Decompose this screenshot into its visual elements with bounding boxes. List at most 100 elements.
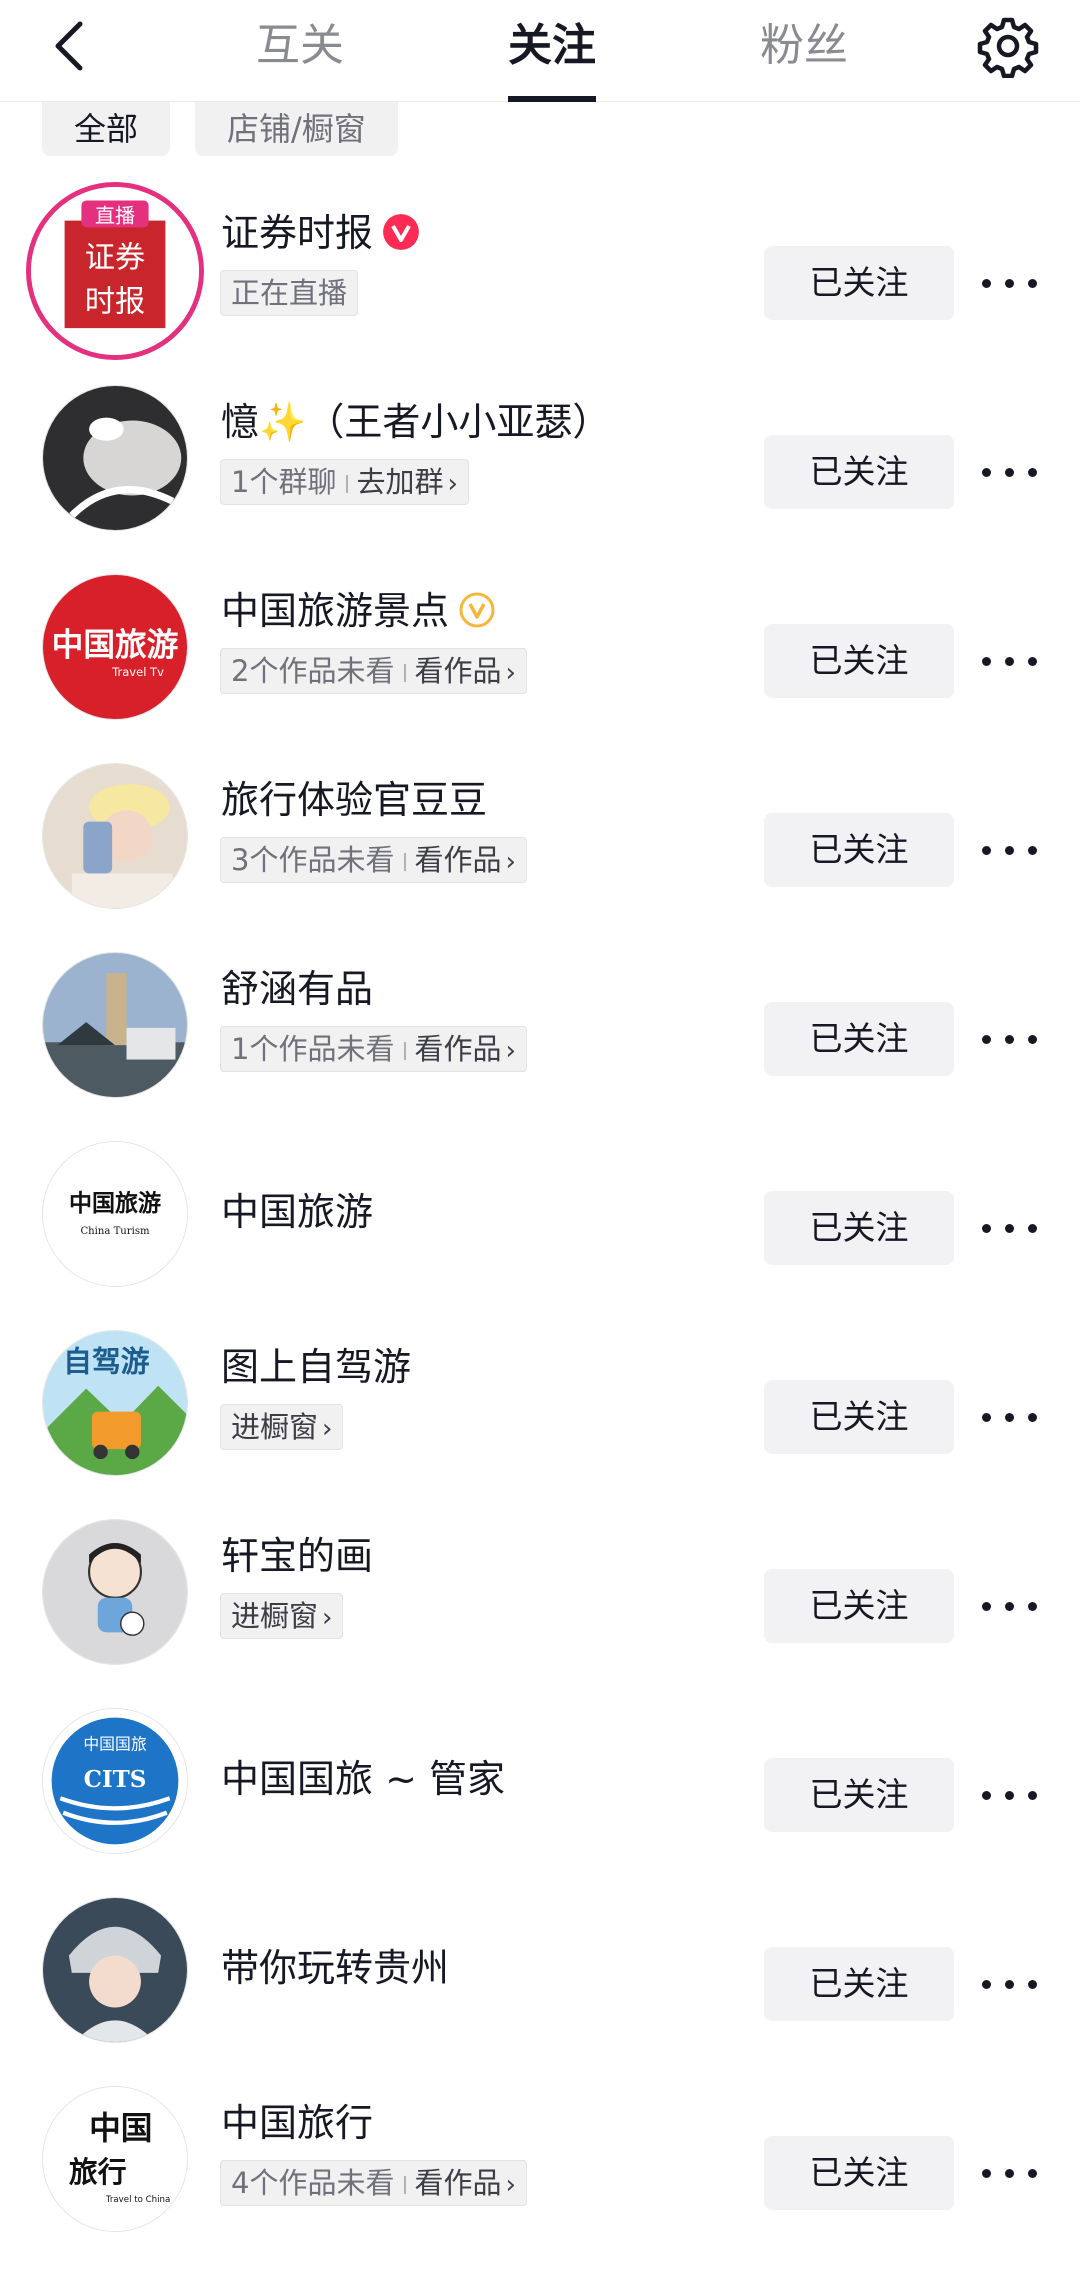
account-name-text: 中国旅游 — [221, 1190, 374, 1234]
more-options-icon[interactable] — [982, 1975, 1038, 1993]
more-options-icon[interactable] — [982, 652, 1038, 670]
status-chip[interactable]: 1个群聊 去加群 › — [220, 459, 469, 505]
account-name[interactable]: 憶✨（王者小小亚瑟） — [221, 395, 610, 449]
chevron-right-icon: › — [447, 469, 458, 499]
avatar[interactable]: 中国旅游 China Turism — [42, 1141, 188, 1287]
chevron-right-icon: › — [322, 1414, 333, 1444]
avatar[interactable]: 自驾游 — [42, 1330, 188, 1476]
account-name[interactable]: 舒涵有品 — [221, 962, 373, 1016]
more-options-icon[interactable] — [982, 463, 1038, 481]
account-name-text: 图上自驾游 — [221, 1345, 412, 1389]
following-button[interactable]: 已关注 — [764, 1947, 954, 2021]
following-button[interactable]: 已关注 — [764, 1380, 954, 1454]
account-name[interactable]: 旅行体验官豆豆 — [221, 773, 487, 827]
following-button[interactable]: 已关注 — [764, 435, 954, 509]
verified-badge-icon — [383, 213, 420, 250]
account-name-text: 轩宝的画 — [221, 1534, 374, 1578]
status-chip[interactable]: 3个作品未看 看作品 › — [220, 837, 527, 883]
chevron-right-icon: › — [505, 658, 516, 688]
status-text: 4个作品未看 — [231, 2166, 395, 2200]
chevron-right-icon: › — [505, 2170, 516, 2200]
account-name-text: 证券时报 — [221, 211, 374, 255]
divider — [404, 2176, 407, 2194]
following-button[interactable]: 已关注 — [764, 246, 954, 320]
action-link[interactable]: 去加群 — [356, 465, 443, 499]
avatar[interactable]: 直播 证券 时报 — [26, 182, 204, 360]
account-name[interactable]: 中国旅游 — [221, 1185, 373, 1239]
following-button[interactable]: 已关注 — [764, 813, 954, 887]
more-options-icon[interactable] — [982, 1408, 1038, 1426]
account-name-text: 旅行体验官豆豆 — [221, 778, 488, 822]
status-chip[interactable]: 正在直播 — [220, 270, 359, 316]
account-name[interactable]: 轩宝的画 — [221, 1529, 373, 1583]
following-button[interactable]: 已关注 — [764, 624, 954, 698]
more-options-icon[interactable] — [982, 1030, 1038, 1048]
gold-verified-badge-icon — [459, 592, 495, 627]
chevron-right-icon: › — [505, 847, 516, 877]
action-link[interactable]: 进橱窗 — [231, 1410, 318, 1444]
list-item[interactable]: 憶✨（王者小小亚瑟） 1个群聊 去加群 › 已关注 — [0, 379, 1080, 568]
action-link[interactable]: 进橱窗 — [231, 1599, 318, 1633]
avatar[interactable] — [42, 763, 188, 909]
avatar[interactable]: 中国国旅 CITS — [42, 1708, 188, 1854]
account-name[interactable]: 中国国旅 ~ 管家 — [221, 1752, 505, 1806]
tab-mutual[interactable]: 互关 — [256, 14, 344, 78]
gear-icon[interactable] — [976, 14, 1040, 78]
list-item[interactable]: 轩宝的画进橱窗 › 已关注 — [0, 1513, 1080, 1702]
account-name-text: 带你玩转贵州 — [221, 1946, 450, 1990]
status-text: 1个作品未看 — [231, 1032, 395, 1066]
tab-fans[interactable]: 粉丝 — [760, 14, 848, 78]
account-name[interactable]: 图上自驾游 — [221, 1340, 411, 1394]
filter-all[interactable]: 全部 — [42, 102, 171, 156]
action-link[interactable]: 看作品 — [414, 2166, 501, 2200]
following-button[interactable]: 已关注 — [764, 1569, 954, 1643]
divider — [404, 664, 407, 682]
account-name[interactable]: 带你玩转贵州 — [221, 1941, 449, 1995]
following-button[interactable]: 已关注 — [764, 2136, 954, 2210]
account-name[interactable]: 证券时报 — [221, 206, 420, 260]
account-name[interactable]: 中国旅行 — [221, 2096, 373, 2150]
list-item[interactable]: 带你玩转贵州 已关注 — [0, 1891, 1080, 2080]
list-item[interactable]: 旅行体验官豆豆 3个作品未看 看作品 › 已关注 — [0, 757, 1080, 946]
list-item[interactable]: 中国 旅行 Travel to China 中国旅行 4个作品未看 看作品 › 已关注 — [0, 2080, 1080, 2269]
following-button[interactable]: 已关注 — [764, 1002, 954, 1076]
avatar[interactable] — [42, 1897, 188, 2043]
more-options-icon[interactable] — [982, 274, 1038, 292]
list-item[interactable]: 自驾游 图上自驾游进橱窗 › 已关注 — [0, 1324, 1080, 1513]
avatar[interactable] — [42, 385, 188, 531]
status-text: 正在直播 — [231, 276, 348, 310]
avatar[interactable] — [42, 1519, 188, 1665]
action-link[interactable]: 看作品 — [414, 654, 501, 688]
action-link[interactable]: 看作品 — [414, 1032, 501, 1066]
status-chip[interactable]: 进橱窗 › — [220, 1404, 344, 1450]
account-name[interactable]: 中国旅游景点 — [221, 584, 495, 638]
avatar-text: 中国旅游 — [69, 1190, 161, 1217]
more-options-icon[interactable] — [982, 1219, 1038, 1237]
following-button[interactable]: 已关注 — [764, 1191, 954, 1265]
avatar-text: 直播 — [95, 203, 135, 227]
avatar[interactable]: 中国 旅行 Travel to China — [42, 2086, 188, 2232]
list-item[interactable]: 中国旅游 Travel Tv 中国旅游景点 2个作品未看 看作品 › 已关注 — [0, 568, 1080, 757]
status-chip[interactable]: 2个作品未看 看作品 › — [220, 648, 527, 694]
account-name-text: 舒涵有品 — [221, 967, 374, 1011]
more-options-icon[interactable] — [982, 841, 1038, 859]
status-chip[interactable]: 1个作品未看 看作品 › — [220, 1026, 527, 1072]
list-item[interactable]: 直播 证券 时报 证券时报正在直播 已关注 — [0, 182, 1080, 379]
more-options-icon[interactable] — [982, 1597, 1038, 1615]
avatar[interactable]: 中国旅游 Travel Tv — [42, 574, 188, 720]
status-text: 1个群聊 — [231, 465, 337, 499]
following-button[interactable]: 已关注 — [764, 1758, 954, 1832]
avatar[interactable] — [42, 952, 188, 1098]
divider — [346, 475, 349, 493]
status-chip[interactable]: 进橱窗 › — [220, 1593, 344, 1639]
list-item[interactable]: 中国旅游 China Turism 中国旅游 已关注 — [0, 1135, 1080, 1324]
filter-store-showcase[interactable]: 店铺/橱窗 — [195, 102, 398, 156]
list-item[interactable]: 中国国旅 CITS 中国国旅 ~ 管家 已关注 — [0, 1702, 1080, 1891]
list-item[interactable]: 舒涵有品 1个作品未看 看作品 › 已关注 — [0, 946, 1080, 1135]
more-options-icon[interactable] — [982, 1786, 1038, 1804]
action-link[interactable]: 看作品 — [414, 843, 501, 877]
back-arrow-icon[interactable] — [44, 14, 96, 78]
status-chip[interactable]: 4个作品未看 看作品 › — [220, 2160, 527, 2206]
tab-following[interactable]: 关注 — [508, 14, 596, 78]
more-options-icon[interactable] — [982, 2164, 1038, 2182]
